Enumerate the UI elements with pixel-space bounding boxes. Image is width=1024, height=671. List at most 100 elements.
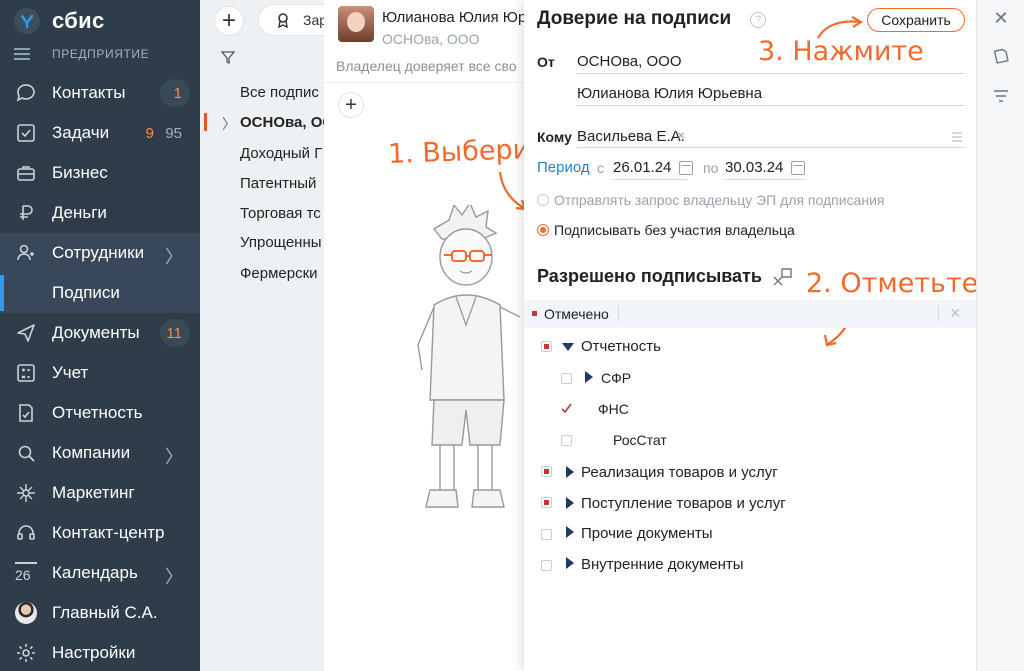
tab-filter[interactable]: Зар bbox=[258, 4, 324, 36]
tasks-count-total: 95 bbox=[165, 124, 182, 142]
nav-item-tasks[interactable]: Задачи 9 95 bbox=[0, 113, 200, 153]
owner-note: Владелец доверяет все сво bbox=[336, 58, 517, 74]
list-item[interactable]: Торговая тс bbox=[240, 205, 321, 222]
clear-icon[interactable]: × bbox=[677, 127, 685, 143]
right-toolbar: ✕ bbox=[976, 0, 1024, 671]
to-label: Кому bbox=[537, 129, 572, 145]
checkbox-sales[interactable] bbox=[541, 466, 552, 477]
checkbox-purchases[interactable] bbox=[541, 497, 552, 508]
owner-avatar bbox=[338, 6, 374, 42]
checkbox-other[interactable] bbox=[541, 529, 552, 540]
nav-item-documents[interactable]: Документы 11 bbox=[0, 313, 200, 353]
nav-item-companies[interactable]: Компании 〉 bbox=[0, 433, 200, 473]
brand-name: сбис bbox=[52, 8, 105, 33]
contacts-count: 1 bbox=[173, 84, 182, 102]
expand-icon[interactable] bbox=[585, 371, 593, 383]
checkbox-fns-checked[interactable] bbox=[560, 402, 573, 415]
signatures-list-panel: + Зар Все подпис 〉 ОСНОва, ОС Доходный Г… bbox=[200, 0, 324, 671]
expand-icon[interactable] bbox=[566, 466, 574, 478]
expand-icon[interactable] bbox=[566, 557, 574, 569]
add-button[interactable]: + bbox=[214, 6, 244, 36]
checkbox-reports[interactable] bbox=[541, 341, 552, 352]
nav-item-contacts[interactable]: Контакты 1 bbox=[0, 73, 200, 113]
nav-item-user[interactable]: Главный С.А. bbox=[0, 593, 200, 633]
chevron-right-icon: 〉 bbox=[165, 567, 183, 587]
list-item[interactable]: Доходный Г bbox=[240, 145, 322, 162]
list-item-selected[interactable]: ОСНОва, ОС bbox=[240, 114, 324, 131]
send-icon bbox=[17, 324, 35, 342]
org-switcher[interactable]: ПРЕДПРИЯТИЕ bbox=[14, 44, 149, 64]
tree-item-fns[interactable]: ФНС bbox=[598, 401, 629, 417]
nav-item-employees[interactable]: Сотрудники 〉 bbox=[0, 233, 200, 273]
nav-item-signatures[interactable]: Подписи bbox=[0, 273, 200, 313]
annotation-step-2: 2. Отметьте bbox=[806, 268, 979, 299]
tree-item-sfr[interactable]: СФР bbox=[601, 370, 631, 386]
checkbox-rosstat[interactable] bbox=[561, 435, 572, 446]
from-org: ОСНОва, ООО bbox=[577, 53, 682, 70]
option-no-owner-label[interactable]: Подписывать без участия владельца bbox=[554, 222, 795, 238]
close-icon[interactable]: ✕ bbox=[989, 6, 1013, 30]
tree-item-internal[interactable]: Внутренние документы bbox=[581, 556, 744, 573]
tree-item-other[interactable]: Прочие документы bbox=[581, 525, 713, 542]
companies-icon bbox=[18, 445, 35, 462]
owner-name: Юлианова Юлия Юрь bbox=[382, 9, 524, 26]
nav-item-money[interactable]: Деньги bbox=[0, 193, 200, 233]
nav-item-calendar[interactable]: 26 Календарь 〉 bbox=[0, 553, 200, 593]
nav-item-settings[interactable]: Настройки bbox=[0, 633, 200, 671]
list-icon[interactable] bbox=[951, 131, 963, 143]
collapse-icon[interactable] bbox=[771, 266, 793, 288]
list-item[interactable]: Все подпис bbox=[240, 84, 319, 101]
nav-item-contact-center[interactable]: Контакт-центр bbox=[0, 513, 200, 553]
help-icon[interactable]: ? bbox=[750, 12, 766, 28]
period-link[interactable]: Период bbox=[537, 159, 590, 176]
documents-icon[interactable] bbox=[989, 45, 1013, 69]
option-request-label[interactable]: Отправлять запрос владельцу ЭП для подпи… bbox=[554, 192, 884, 208]
employees-icon bbox=[17, 244, 34, 261]
org-label: ПРЕДПРИЯТИЕ bbox=[52, 47, 150, 61]
report-icon bbox=[19, 404, 33, 422]
calendar-icon[interactable] bbox=[791, 161, 805, 175]
save-button[interactable]: Сохранить bbox=[867, 8, 965, 32]
filter-chip-checked[interactable]: Отмечено bbox=[544, 306, 609, 322]
gear-icon bbox=[17, 644, 35, 662]
expand-icon[interactable] bbox=[566, 526, 574, 538]
tree-item-rosstat[interactable]: РосСтат bbox=[613, 432, 667, 448]
list-item[interactable]: Фермерски bbox=[240, 265, 318, 282]
to-value[interactable]: Васильева Е.А. bbox=[577, 128, 685, 145]
list-item[interactable]: Патентный bbox=[240, 175, 316, 192]
filter-list-icon[interactable] bbox=[989, 84, 1013, 108]
period-to-field[interactable]: 30.03.24 bbox=[725, 159, 783, 176]
mascot-illustration bbox=[417, 205, 521, 508]
brand-logo[interactable]: сбис bbox=[14, 6, 105, 36]
checkbox-internal[interactable] bbox=[541, 560, 552, 571]
nav-item-marketing[interactable]: Маркетинг bbox=[0, 473, 200, 513]
from-person[interactable]: Юлианова Юлия Юрьевна bbox=[577, 85, 762, 102]
nav-item-business[interactable]: Бизнес bbox=[0, 153, 200, 193]
filter-bar: Отмечено × bbox=[524, 300, 976, 328]
expand-icon[interactable] bbox=[562, 343, 574, 351]
expand-icon[interactable] bbox=[566, 497, 574, 509]
option-no-owner-radio[interactable] bbox=[537, 224, 549, 236]
owner-org: ОСНОва, ООО bbox=[382, 31, 480, 47]
award-icon bbox=[278, 13, 288, 28]
list-item[interactable]: Упрощенны bbox=[240, 234, 322, 251]
marketing-icon bbox=[17, 484, 35, 502]
dialog-title: Доверие на подписи bbox=[537, 8, 732, 29]
nav-item-accounting[interactable]: Учет bbox=[0, 353, 200, 393]
add-trust-button[interactable]: + bbox=[338, 92, 364, 118]
clear-filter-icon[interactable]: × bbox=[950, 303, 961, 324]
chat-icon bbox=[16, 84, 35, 102]
chevron-right-icon[interactable]: 〉 bbox=[222, 114, 236, 134]
tree-item-sales[interactable]: Реализация товаров и услуг bbox=[581, 464, 778, 481]
calendar-icon[interactable] bbox=[679, 161, 693, 175]
period-from-field[interactable]: 26.01.24 bbox=[613, 159, 671, 176]
filter-icon[interactable] bbox=[220, 49, 236, 65]
arrow-annotation bbox=[817, 16, 864, 39]
tree-item-reports[interactable]: Отчетность bbox=[581, 338, 661, 355]
nav-item-reporting[interactable]: Отчетность bbox=[0, 393, 200, 433]
option-request-radio[interactable] bbox=[537, 194, 549, 206]
owner-card: Юлианова Юлия Юрь ОСНОва, ООО Владелец д… bbox=[324, 0, 524, 671]
checkbox-sfr[interactable] bbox=[561, 373, 572, 384]
tree-item-purchases[interactable]: Поступление товаров и услуг bbox=[581, 495, 786, 512]
section-title: Разрешено подписывать bbox=[537, 266, 762, 286]
